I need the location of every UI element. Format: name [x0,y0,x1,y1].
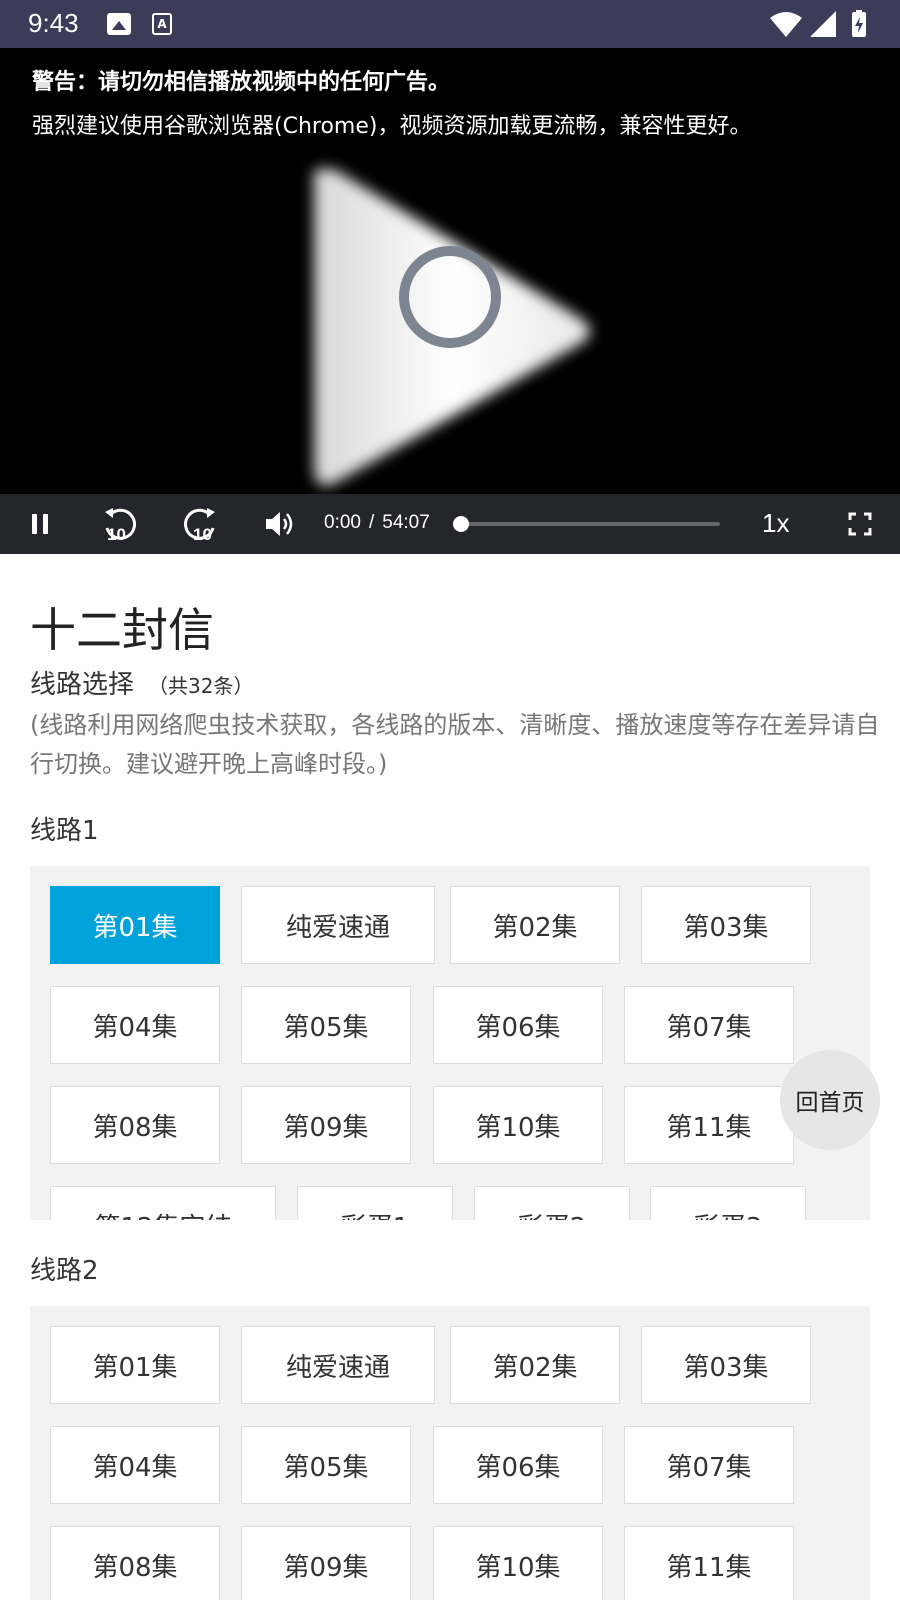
episode-button[interactable]: 第08集 [50,1086,220,1164]
episode-button[interactable]: 彩蛋3 [650,1186,806,1220]
page-title: 十二封信 [30,603,214,657]
episode-button[interactable]: 第09集 [241,1086,411,1164]
route-2-episode-list: 第01集 纯爱速通 第02集 第03集 第04集 第05集 第06集 第07集 … [30,1306,870,1600]
status-bar: 9:43 A [0,0,900,48]
route-2-label: 线路2 [30,1256,99,1286]
time-separator: / [368,512,375,533]
video-player[interactable]: 警告：请切勿相信播放视频中的任何广告。 强烈建议使用谷歌浏览器(Chrome)，… [0,48,900,494]
playback-speed[interactable]: 1x [762,508,789,539]
episode-button[interactable]: 第04集 [50,986,220,1064]
episode-button[interactable]: 第05集 [241,986,411,1064]
signal-icon [810,11,836,37]
volume-button[interactable] [262,506,298,542]
episode-button[interactable]: 第03集 [641,1326,811,1404]
episode-button[interactable]: 彩蛋2 [474,1186,630,1220]
svg-text:10: 10 [193,525,212,542]
fullscreen-button[interactable] [846,506,874,542]
episode-button[interactable]: 第09集 [241,1526,411,1600]
route-select-label: 线路选择 [30,670,135,700]
episode-button[interactable]: 纯爱速通 [241,1326,435,1404]
episode-button[interactable]: 第02集 [450,1326,620,1404]
status-icons [770,10,866,37]
episode-button[interactable]: 第11集 [624,1086,794,1164]
episode-button[interactable]: 第02集 [450,886,620,964]
time-display: 0:00 / 54:07 [324,512,430,534]
episode-button[interactable]: 第08集 [50,1526,220,1600]
rewind-10-button[interactable]: 10 [100,506,140,542]
fullscreen-icon [848,512,872,536]
episode-button[interactable]: 第06集 [433,986,603,1064]
seek-handle[interactable] [453,516,469,532]
episode-button[interactable]: 第06集 [433,1426,603,1504]
episode-button[interactable]: 第01集 [50,886,220,964]
episode-button[interactable]: 第12集完结 [50,1186,276,1220]
episode-button[interactable]: 第01集 [50,1326,220,1404]
pause-icon [32,514,48,534]
route-count: （共32条） [148,674,254,698]
forward-10-icon: 10 [184,508,215,542]
episode-button[interactable]: 第07集 [624,1426,794,1504]
volume-icon [266,512,293,536]
ad-warning-title: 警告：请切勿相信播放视频中的任何广告。 [32,70,451,95]
back-to-home-button[interactable]: 回首页 [780,1050,880,1150]
player-controls: 10 10 0:00 / 54:07 1x [0,494,900,554]
current-time: 0:00 [324,512,361,533]
episode-button[interactable]: 第10集 [433,1526,603,1600]
status-time: 9:43 [28,8,79,38]
episode-button[interactable]: 第04集 [50,1426,220,1504]
image-icon [107,13,131,35]
episode-button[interactable]: 第11集 [624,1526,794,1600]
browser-recommendation: 强烈建议使用谷歌浏览器(Chrome)，视频资源加载更流畅，兼容性更好。 [32,114,752,139]
loading-spinner [399,246,501,348]
pause-button[interactable] [22,506,58,542]
route-notice: (线路利用网络爬虫技术获取，各线路的版本、清晰度、播放速度等存在差异请自行切换。… [30,711,880,778]
rewind-10-icon: 10 [105,508,136,542]
episode-button[interactable]: 第03集 [641,886,811,964]
route-1-label: 线路1 [30,816,99,846]
duration: 54:07 [382,512,430,533]
forward-10-button[interactable]: 10 [180,506,220,542]
episode-button[interactable]: 第10集 [433,1086,603,1164]
episode-button[interactable]: 纯爱速通 [241,886,435,964]
seek-bar[interactable] [460,522,720,526]
battery-icon [852,10,866,37]
svg-text:10: 10 [107,525,126,542]
episode-button[interactable]: 第07集 [624,986,794,1064]
episode-button[interactable]: 第05集 [241,1426,411,1504]
wifi-icon [770,12,802,37]
content-area: 十二封信 线路选择 （共32条） (线路利用网络爬虫技术获取，各线路的版本、清晰度… [0,554,900,1600]
route-1-episode-list: 第01集 纯爱速通 第02集 第03集 第04集 第05集 第06集 第07集 … [30,866,870,1220]
route-select-heading: 线路选择 （共32条） [30,664,253,701]
a-icon: A [152,13,172,35]
episode-button[interactable]: 彩蛋1 [297,1186,453,1220]
